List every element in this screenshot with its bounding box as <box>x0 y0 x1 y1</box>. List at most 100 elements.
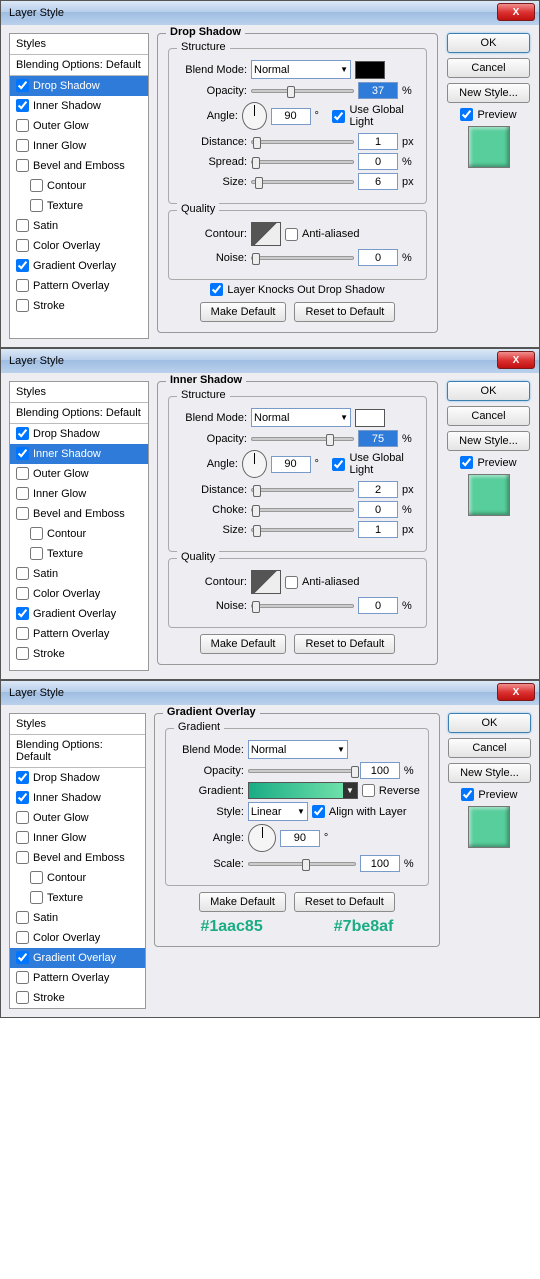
size-slider[interactable] <box>251 528 354 532</box>
make-default-button[interactable]: Make Default <box>199 892 286 912</box>
style-bevel[interactable]: Bevel and Emboss <box>10 156 148 176</box>
style-color-overlay[interactable]: Color Overlay <box>10 236 148 256</box>
size-input[interactable] <box>358 173 398 190</box>
style-outer-glow[interactable]: Outer Glow <box>10 464 148 484</box>
blendmode-select[interactable]: Normal▼ <box>251 408 351 427</box>
antialias-check[interactable]: Anti-aliased <box>285 576 359 589</box>
style-texture[interactable]: Texture <box>10 888 145 908</box>
angle-input[interactable] <box>280 830 320 847</box>
choke-input[interactable] <box>358 501 398 518</box>
style-inner-shadow[interactable]: Inner Shadow <box>10 788 145 808</box>
style-pattern-overlay[interactable]: Pattern Overlay <box>10 624 148 644</box>
preview-check[interactable]: Preview <box>461 788 517 801</box>
style-contour[interactable]: Contour <box>10 524 148 544</box>
cancel-button[interactable]: Cancel <box>447 58 530 78</box>
new-style-button[interactable]: New Style... <box>448 763 531 783</box>
spread-input[interactable] <box>358 153 398 170</box>
angle-dial[interactable] <box>248 824 276 852</box>
style-inner-glow[interactable]: Inner Glow <box>10 828 145 848</box>
scale-slider[interactable] <box>248 862 356 866</box>
style-gradient-overlay[interactable]: Gradient Overlay <box>10 604 148 624</box>
reset-default-button[interactable]: Reset to Default <box>294 892 395 912</box>
angle-dial[interactable] <box>242 102 267 130</box>
style-contour[interactable]: Contour <box>10 176 148 196</box>
ok-button[interactable]: OK <box>447 381 530 401</box>
opacity-input[interactable] <box>358 82 398 99</box>
preview-check[interactable]: Preview <box>460 456 516 469</box>
style-bevel[interactable]: Bevel and Emboss <box>10 848 145 868</box>
close-icon[interactable]: X <box>497 683 535 701</box>
style-pattern-overlay[interactable]: Pattern Overlay <box>10 276 148 296</box>
contour-picker[interactable] <box>251 570 281 594</box>
style-stroke[interactable]: Stroke <box>10 988 145 1008</box>
style-drop-shadow[interactable]: Drop Shadow <box>10 76 148 96</box>
color-swatch[interactable] <box>355 61 385 79</box>
scale-input[interactable] <box>360 855 400 872</box>
noise-input[interactable] <box>358 249 398 266</box>
preview-check[interactable]: Preview <box>460 108 516 121</box>
style-color-overlay[interactable]: Color Overlay <box>10 584 148 604</box>
style-satin[interactable]: Satin <box>10 908 145 928</box>
opacity-input[interactable] <box>358 430 398 447</box>
antialias-check[interactable]: Anti-aliased <box>285 228 359 241</box>
blendmode-select[interactable]: Normal▼ <box>251 60 351 79</box>
angle-input[interactable] <box>271 456 311 473</box>
style-bevel[interactable]: Bevel and Emboss <box>10 504 148 524</box>
close-icon[interactable]: X <box>497 3 535 21</box>
style-satin[interactable]: Satin <box>10 216 148 236</box>
distance-input[interactable] <box>358 481 398 498</box>
style-stroke[interactable]: Stroke <box>10 296 148 316</box>
opacity-input[interactable] <box>360 762 400 779</box>
cancel-button[interactable]: Cancel <box>447 406 530 426</box>
color-swatch[interactable] <box>355 409 385 427</box>
noise-input[interactable] <box>358 597 398 614</box>
distance-input[interactable] <box>358 133 398 150</box>
size-input[interactable] <box>358 521 398 538</box>
style-inner-glow[interactable]: Inner Glow <box>10 484 148 504</box>
style-gradient-overlay[interactable]: Gradient Overlay <box>10 256 148 276</box>
blending-options[interactable]: Blending Options: Default <box>10 55 148 76</box>
angle-input[interactable] <box>271 108 311 125</box>
styles-header[interactable]: Styles <box>10 34 148 55</box>
cancel-button[interactable]: Cancel <box>448 738 531 758</box>
style-select[interactable]: Linear▼ <box>248 802 308 821</box>
new-style-button[interactable]: New Style... <box>447 83 530 103</box>
knockout-check[interactable]: Layer Knocks Out Drop Shadow <box>210 283 384 296</box>
new-style-button[interactable]: New Style... <box>447 431 530 451</box>
style-inner-shadow[interactable]: Inner Shadow <box>10 444 148 464</box>
style-satin[interactable]: Satin <box>10 564 148 584</box>
gradient-picker[interactable]: ▼ <box>248 782 358 799</box>
reset-default-button[interactable]: Reset to Default <box>294 302 395 322</box>
style-drop-shadow[interactable]: Drop Shadow <box>10 424 148 444</box>
style-outer-glow[interactable]: Outer Glow <box>10 116 148 136</box>
style-inner-shadow[interactable]: Inner Shadow <box>10 96 148 116</box>
align-check[interactable]: Align with Layer <box>312 805 407 818</box>
blendmode-select[interactable]: Normal▼ <box>248 740 348 759</box>
distance-slider[interactable] <box>251 140 354 144</box>
opacity-slider[interactable] <box>251 437 354 441</box>
opacity-slider[interactable] <box>248 769 356 773</box>
close-icon[interactable]: X <box>497 351 535 369</box>
style-pattern-overlay[interactable]: Pattern Overlay <box>10 968 145 988</box>
global-light-check[interactable]: Use Global Light <box>332 452 418 476</box>
reverse-check[interactable]: Reverse <box>362 784 420 797</box>
style-color-overlay[interactable]: Color Overlay <box>10 928 145 948</box>
noise-slider[interactable] <box>251 256 354 260</box>
make-default-button[interactable]: Make Default <box>200 302 287 322</box>
noise-slider[interactable] <box>251 604 354 608</box>
ok-button[interactable]: OK <box>447 33 530 53</box>
style-outer-glow[interactable]: Outer Glow <box>10 808 145 828</box>
style-contour[interactable]: Contour <box>10 868 145 888</box>
global-light-check[interactable]: Use Global Light <box>332 104 418 128</box>
style-drop-shadow[interactable]: Drop Shadow <box>10 768 145 788</box>
angle-dial[interactable] <box>242 450 267 478</box>
spread-slider[interactable] <box>251 160 354 164</box>
reset-default-button[interactable]: Reset to Default <box>294 634 395 654</box>
style-stroke[interactable]: Stroke <box>10 644 148 664</box>
opacity-slider[interactable] <box>251 89 354 93</box>
distance-slider[interactable] <box>251 488 354 492</box>
contour-picker[interactable] <box>251 222 281 246</box>
style-gradient-overlay[interactable]: Gradient Overlay <box>10 948 145 968</box>
make-default-button[interactable]: Make Default <box>200 634 287 654</box>
style-texture[interactable]: Texture <box>10 196 148 216</box>
